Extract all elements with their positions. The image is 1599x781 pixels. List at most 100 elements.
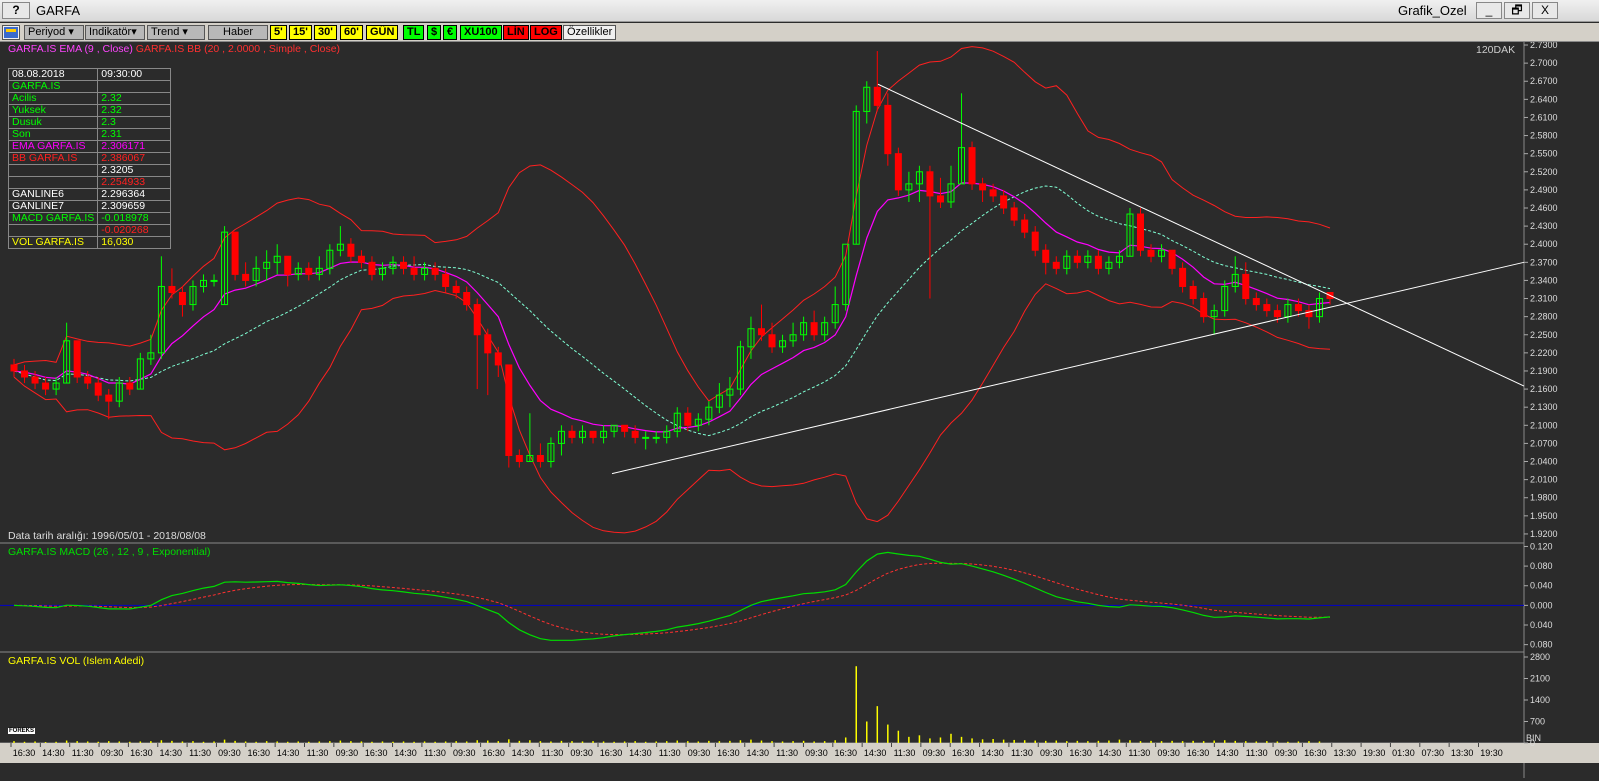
volume-tick-label: 2100 xyxy=(1530,674,1550,684)
time-tick-label: 16:30 xyxy=(248,748,271,758)
price-tick-label: 2.4000 xyxy=(1530,239,1558,249)
candle-body xyxy=(968,147,976,185)
candle-body xyxy=(73,340,81,378)
window-title: GARFA xyxy=(36,3,81,18)
price-tick-label: 2.6100 xyxy=(1530,112,1558,122)
candle-body xyxy=(1189,285,1197,300)
ema-legend[interactable]: GARFA.IS EMA (9 , Close) xyxy=(8,43,133,55)
data-window-value: 2.31 xyxy=(97,128,171,141)
currency-tl-button[interactable]: TL xyxy=(403,25,425,40)
indicator-dropdown[interactable]: Indikatör▾ xyxy=(85,25,145,40)
price-chart-svg[interactable]: 2.7300 2.7000 2.6700 2.6400 2.6100 2.5800 2.55… xyxy=(0,40,1599,778)
time-tick-label: 09:30 xyxy=(218,748,241,758)
time-tick-label: 09:30 xyxy=(101,748,124,758)
price-tick-label: 2.6700 xyxy=(1530,76,1558,86)
data-window-value: -0.018978 xyxy=(97,212,171,225)
linear-scale-button[interactable]: LİN xyxy=(503,25,529,40)
candle-body xyxy=(31,376,39,384)
time-tick-label: 09:30 xyxy=(336,748,359,758)
candle-body xyxy=(894,153,902,191)
candle-body xyxy=(1031,231,1039,251)
time-tick-label: 14:30 xyxy=(159,748,182,758)
log-scale-button[interactable]: LOG xyxy=(530,25,562,40)
chart-area[interactable]: 2.7300 2.7000 2.6700 2.6400 2.6100 2.5800 2.55… xyxy=(0,40,1599,778)
data-window-row: GARFA.IS xyxy=(7,80,171,93)
candle-body xyxy=(768,334,776,348)
currency-eur-button[interactable]: € xyxy=(443,25,458,40)
candle-body xyxy=(1021,219,1029,233)
data-window-row: BB GARFA.IS 2.386067 xyxy=(7,152,171,165)
macd-legend[interactable]: GARFA.IS MACD (26 , 12 , 9 , Exponential… xyxy=(8,546,211,558)
time-tick-label: 11:30 xyxy=(189,748,211,758)
candle-body xyxy=(652,436,660,439)
time-tick-label: 14:30 xyxy=(1099,748,1122,758)
chart-toolbar: Periyod ▾ Indikatör▾ Trend ▾ Haber 5' 15… xyxy=(0,23,1599,42)
candle-body xyxy=(1294,304,1302,312)
price-tick-label: 2.4900 xyxy=(1530,185,1558,195)
data-window-key: BB GARFA.IS xyxy=(7,152,99,165)
period-15m-button[interactable]: 15' xyxy=(289,25,312,40)
volume-legend[interactable]: GARFA.IS VOL (Islem Adedi) xyxy=(8,655,144,667)
time-tick-label: 09:30 xyxy=(923,748,946,758)
candle-body xyxy=(21,370,29,378)
macd-signal-line xyxy=(14,562,1331,636)
time-tick-label: 11:30 xyxy=(424,748,446,758)
price-tick-label: 2.3400 xyxy=(1530,275,1558,285)
properties-button[interactable]: Özellikler xyxy=(563,25,617,40)
candle-body xyxy=(631,430,639,438)
chevron-down-icon: ▾ xyxy=(131,26,137,38)
period-30m-button[interactable]: 30' xyxy=(314,25,337,40)
time-tick-label: 16:30 xyxy=(1069,748,1092,758)
period-dropdown[interactable]: Periyod ▾ xyxy=(24,25,84,40)
currency-usd-button[interactable]: $ xyxy=(427,25,442,40)
volume-tick-label: 1400 xyxy=(1530,695,1550,705)
resistance-trendline xyxy=(877,83,1525,387)
restore-button[interactable]: 🗗 xyxy=(1504,2,1530,19)
candle-body xyxy=(210,279,218,282)
time-tick-label: 16:30 xyxy=(835,748,858,758)
period-60m-button[interactable]: 60' xyxy=(340,25,363,40)
period-label: Periyod xyxy=(28,26,66,38)
help-button[interactable]: ? xyxy=(2,2,30,19)
candle-body xyxy=(484,334,492,354)
time-tick-label: 01:30 xyxy=(1392,748,1415,758)
price-tick-label: 1.9200 xyxy=(1530,529,1558,539)
candle-body xyxy=(989,189,997,197)
trend-dropdown[interactable]: Trend ▾ xyxy=(147,25,205,40)
candle-body xyxy=(757,328,765,336)
time-tick-label: 13:30 xyxy=(1333,748,1356,758)
data-window-row: 2.254933 xyxy=(7,176,171,189)
candle-body xyxy=(1073,255,1081,263)
candle-body xyxy=(1263,304,1271,312)
bb-legend[interactable]: GARFA.IS BB (20 , 2.0000 , Simple , Clos… xyxy=(136,43,340,55)
xu100-button[interactable]: XU100 xyxy=(460,25,502,40)
time-tick-label: 11:30 xyxy=(894,748,916,758)
time-tick-label: 11:30 xyxy=(659,748,681,758)
data-window-row: MACD GARFA.IS -0.018978 xyxy=(7,212,171,225)
time-tick-label: 19:30 xyxy=(1480,748,1503,758)
time-tick-label: 09:30 xyxy=(1157,748,1180,758)
news-button[interactable]: Haber xyxy=(208,25,268,40)
candle-body xyxy=(1200,298,1208,318)
minimize-button[interactable]: _ xyxy=(1476,2,1502,19)
candle-body xyxy=(1010,207,1018,221)
period-5m-button[interactable]: 5' xyxy=(270,25,287,40)
price-tick-label: 2.2200 xyxy=(1530,348,1558,358)
candle-body xyxy=(494,352,502,366)
price-tick-label: 2.0100 xyxy=(1530,475,1558,485)
foreks-icon[interactable] xyxy=(2,25,20,40)
candle-body xyxy=(1094,255,1102,269)
data-window-key: GARFA.IS xyxy=(7,80,99,93)
candle-body xyxy=(810,322,818,336)
time-tick-label: 16:30 xyxy=(130,748,153,758)
candle-body xyxy=(926,171,934,197)
data-window-key: Acilis xyxy=(7,92,99,105)
price-tick-label: 2.0700 xyxy=(1530,438,1558,448)
time-tick-label: 11:30 xyxy=(1246,748,1268,758)
candle-body xyxy=(1273,310,1281,318)
candle-body xyxy=(589,430,597,438)
close-button[interactable]: X xyxy=(1532,2,1558,19)
period-day-button[interactable]: GÜN xyxy=(366,25,399,40)
data-window-key: 08.08.2018 xyxy=(7,68,99,81)
indicator-legend: GARFA.IS EMA (9 , Close) GARFA.IS BB (20… xyxy=(8,43,340,55)
